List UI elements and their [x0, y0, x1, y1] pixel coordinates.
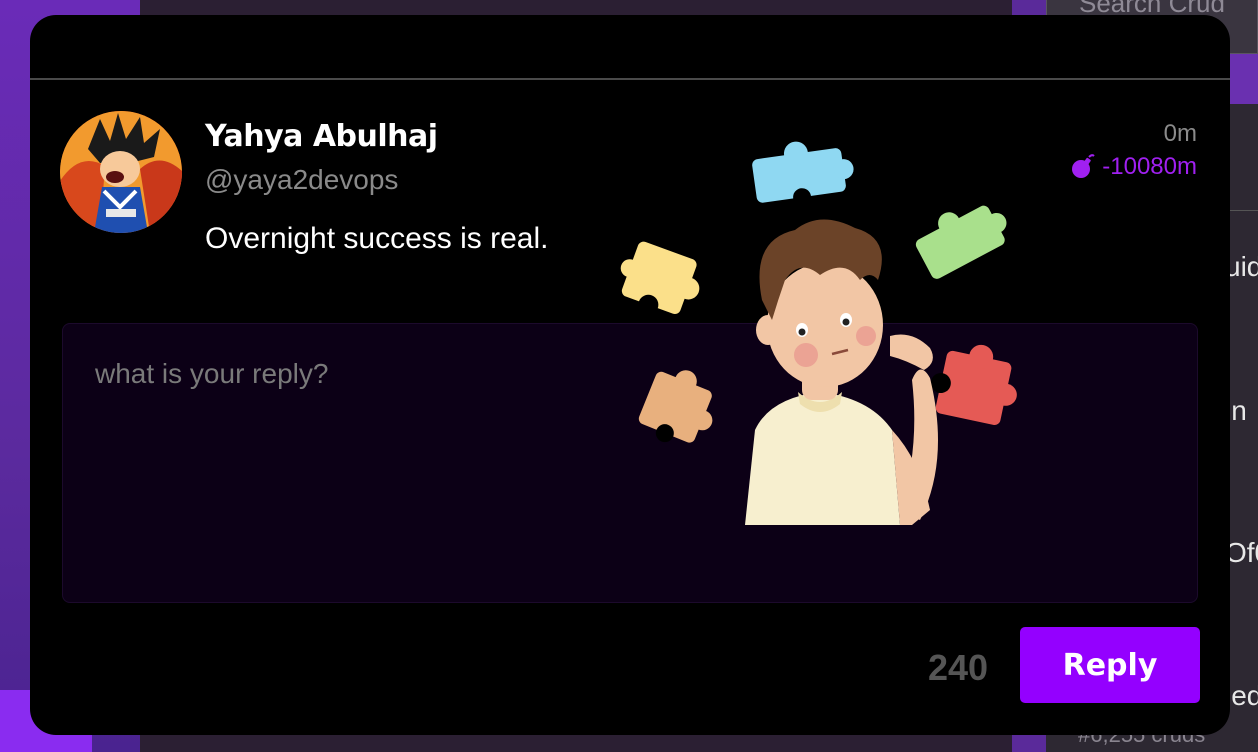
- post-text: Overnight success is real.: [205, 222, 549, 255]
- author-name[interactable]: Yahya Abulhaj: [205, 119, 438, 154]
- reply-box: [62, 323, 1198, 603]
- modal-header: [30, 15, 1230, 79]
- avatar[interactable]: [60, 111, 182, 233]
- puzzle-piece-green-icon: [915, 205, 1007, 279]
- author-handle[interactable]: @yaya2devops: [205, 164, 398, 196]
- avatar-image: [60, 111, 182, 233]
- post-timestamp: 0m: [1163, 120, 1197, 147]
- reply-input[interactable]: [63, 324, 1197, 602]
- puzzle-piece-yellow-icon: [620, 241, 700, 315]
- puzzle-piece-blue-icon: [752, 141, 854, 207]
- character-count: 240: [928, 647, 989, 688]
- post-expiry: -10080m: [1070, 153, 1197, 181]
- expiry-text: -10080m: [1102, 153, 1197, 180]
- reply-button[interactable]: Reply: [1020, 627, 1200, 703]
- reply-modal: Yahya Abulhaj @yaya2devops Overnight suc…: [30, 15, 1230, 735]
- modal-divider: [30, 78, 1230, 80]
- bomb-icon: [1072, 154, 1095, 178]
